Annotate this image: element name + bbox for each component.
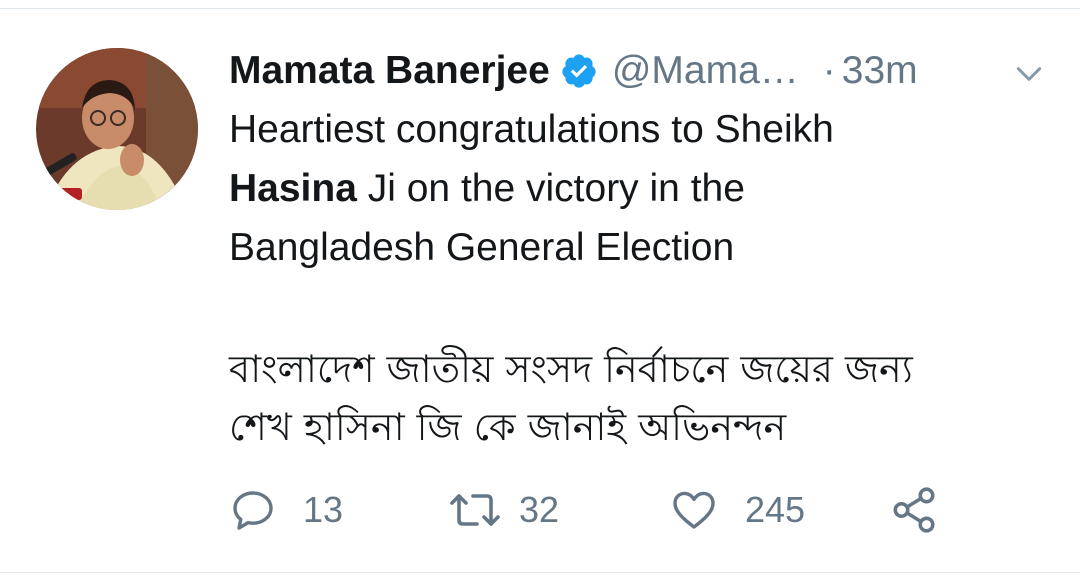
share-button[interactable] [889, 484, 939, 536]
tweet-text: Heartiest congratulations to Sheikh Hasi… [229, 100, 1049, 277]
reply-button[interactable]: 13 [229, 484, 343, 536]
display-name[interactable]: Mamata Banerjee [229, 49, 550, 93]
tweet-text-line: Heartiest congratulations to Sheikh [229, 108, 834, 151]
tweet-text-line: Bangladesh General Election [229, 226, 735, 269]
heart-icon [673, 491, 715, 529]
tweet-text-bengali: বাংলাদেশ জাতীয় সংসদ নির্বাচনে জয়ের জন্… [229, 340, 1069, 456]
separator-dot: · [822, 49, 836, 92]
top-divider [0, 0, 1080, 9]
tweet-header: Mamata Banerjee @Mama… · 33m [229, 44, 1059, 98]
bengali-line: শেখ হাসিনা জি কে জানাই অভিনন্দন [229, 405, 787, 449]
retweet-button[interactable]: 32 [449, 484, 559, 536]
avatar-photo [36, 48, 198, 210]
reply-icon [233, 491, 273, 530]
tweet-text-line: Hasina Ji on the victory in the [229, 159, 1049, 218]
tweet-text-rest: Ji on the victory in the [356, 167, 745, 210]
verified-badge-icon [562, 54, 596, 88]
retweet-count: 32 [519, 489, 560, 530]
chevron-down-icon[interactable] [1013, 58, 1045, 90]
retweet-icon [450, 494, 500, 526]
like-count: 245 [745, 489, 806, 530]
avatar[interactable] [36, 48, 198, 210]
bottom-divider [0, 572, 1080, 573]
bengali-line: বাংলাদেশ জাতীয় সংসদ নির্বাচনে জয়ের জন্… [229, 347, 913, 391]
reply-count: 13 [303, 489, 344, 530]
share-icon [893, 487, 935, 533]
action-bar: 13 32 245 [229, 484, 1029, 536]
tweet-text-bold: Hasina [229, 167, 357, 210]
tweet-timestamp[interactable]: 33m [842, 49, 918, 93]
user-handle[interactable]: @Mama… [612, 49, 799, 93]
like-button[interactable]: 245 [669, 484, 805, 536]
